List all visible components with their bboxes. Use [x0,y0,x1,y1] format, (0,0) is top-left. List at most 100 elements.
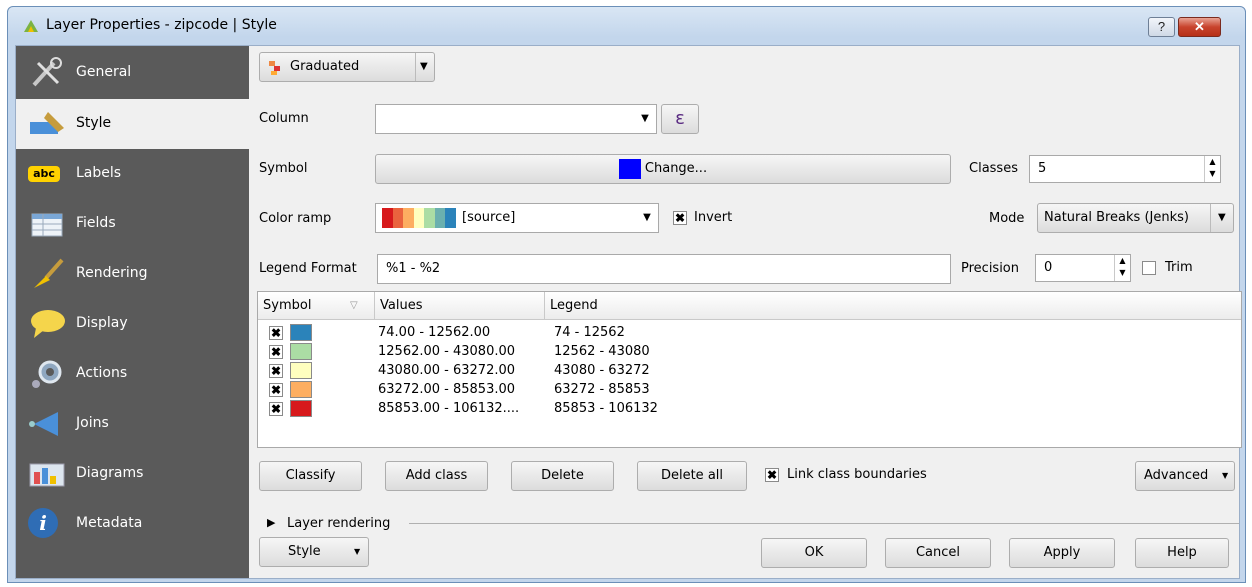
spinner-arrows-icon[interactable]: ▲ ▼ [1204,156,1220,182]
header-values[interactable]: Values [375,292,545,320]
class-color-swatch[interactable] [290,343,312,360]
class-color-swatch[interactable] [290,362,312,379]
sidebar-item-label: Diagrams [76,465,144,481]
help-title-button[interactable]: ? [1148,17,1175,37]
invert-label: Invert [694,210,733,225]
class-values[interactable]: 85853.00 - 106132.... [378,399,519,418]
chevron-down-icon: ▼ [1222,471,1229,480]
sidebar-item-label: Style [76,115,112,131]
row-visible-checkbox[interactable]: ✖ [269,364,283,378]
class-color-swatch[interactable] [290,324,312,341]
qgis-logo-icon [24,20,38,32]
change-symbol-button[interactable]: Change... [375,154,951,184]
classes-label: Classes [969,161,1018,176]
class-color-swatch[interactable] [290,400,312,417]
class-legend[interactable]: 43080 - 63272 [554,361,650,380]
class-values[interactable]: 74.00 - 12562.00 [378,323,490,342]
sidebar-item-label: General [76,64,132,80]
sidebar-item-joins[interactable]: Joins [16,399,249,449]
sidebar-item-labels[interactable]: abc Labels [16,149,249,199]
cancel-button[interactable]: Cancel [885,538,991,568]
table-row[interactable]: ✖ 63272.00 - 85853.00 63272 - 85853 [258,380,1241,399]
sidebar-item-label: Metadata [76,515,143,531]
sidebar-item-actions[interactable]: Actions [16,349,249,399]
link-boundaries-checkbox[interactable]: ✖ [765,468,779,482]
row-visible-checkbox[interactable]: ✖ [269,345,283,359]
trim-checkbox[interactable] [1142,261,1156,275]
row-visible-checkbox[interactable]: ✖ [269,326,283,340]
row-visible-checkbox[interactable]: ✖ [269,383,283,397]
sidebar-item-diagrams[interactable]: Diagrams [16,449,249,499]
sidebar-item-label: Actions [76,365,128,381]
class-values[interactable]: 63272.00 - 85853.00 [378,380,515,399]
sort-indicator-icon: ▽ [350,300,358,311]
table-row[interactable]: ✖ 12562.00 - 43080.00 12562 - 43080 [258,342,1241,361]
delete-all-button[interactable]: Delete all [637,461,747,491]
delete-button[interactable]: Delete [511,461,614,491]
color-ramp-preview [382,208,457,228]
symbol-label: Symbol [259,161,308,176]
mode-label: Mode [989,211,1025,226]
sidebar-item-label: Display [76,315,128,331]
row-visible-checkbox[interactable]: ✖ [269,402,283,416]
apply-button[interactable]: Apply [1009,538,1115,568]
mode-value: Natural Breaks (Jenks) [1044,210,1189,225]
symbol-color-swatch [618,158,641,179]
sidebar-item-fields[interactable]: Fields [16,199,249,249]
spinner-arrows-icon[interactable]: ▲ ▼ [1114,255,1130,281]
precision-label: Precision [961,261,1020,276]
close-window-button[interactable]: ✕ [1178,17,1221,37]
class-legend[interactable]: 74 - 12562 [554,323,625,342]
class-color-swatch[interactable] [290,381,312,398]
sidebar-item-metadata[interactable]: i Metadata [16,499,249,549]
precision-spinbox[interactable]: 0 ▲ ▼ [1035,254,1131,282]
sidebar-item-label: Fields [76,215,116,231]
paintbrush-icon [30,112,64,134]
sidebar-item-rendering[interactable]: Rendering [16,249,249,299]
class-legend[interactable]: 12562 - 43080 [554,342,650,361]
column-select[interactable]: ▼ [375,104,657,134]
classes-spinbox[interactable]: 5 ▲ ▼ [1029,155,1221,183]
renderer-type-value: Graduated [290,59,360,74]
mode-select[interactable]: Natural Breaks (Jenks) ▼ [1037,203,1234,233]
style-menu-button[interactable]: Style ▼ [259,537,369,567]
sidebar-item-label: Rendering [76,265,148,281]
add-class-button[interactable]: Add class [385,461,488,491]
style-panel: Graduated ▼ Column ▼ ε Symbol Change... … [249,46,1242,580]
column-label: Column [259,111,309,126]
table-icon [31,213,63,237]
layer-rendering-toggle[interactable]: Layer rendering [287,516,390,531]
sidebar-item-display[interactable]: Display [16,299,249,349]
graduated-icon [269,61,280,75]
sidebar-item-style[interactable]: Style [16,99,249,149]
classes-table[interactable]: Symbol ▽ Values Legend ✖ 74.00 - 12562.0… [257,291,1242,448]
header-symbol[interactable]: Symbol ▽ [258,292,375,320]
classify-button[interactable]: Classify [259,461,362,491]
layer-properties-window: Layer Properties - zipcode | Style ? ✕ G… [7,6,1246,583]
advanced-button[interactable]: Advanced ▼ [1135,461,1235,491]
chevron-down-icon: ▼ [643,212,651,223]
trim-label: Trim [1165,260,1193,275]
sidebar-item-general[interactable]: General [16,48,249,98]
table-row[interactable]: ✖ 85853.00 - 106132.... 85853 - 106132 [258,399,1241,418]
color-ramp-select[interactable]: [source] ▼ [375,203,659,233]
chevron-down-icon: ▼ [420,61,428,72]
renderer-type-select[interactable]: Graduated ▼ [259,52,435,82]
chevron-down-icon: ▼ [641,113,649,124]
class-values[interactable]: 12562.00 - 43080.00 [378,342,515,361]
expand-arrow-icon[interactable]: ▶ [267,516,275,529]
table-row[interactable]: ✖ 43080.00 - 63272.00 43080 - 63272 [258,361,1241,380]
brush-icon [34,258,64,288]
class-legend[interactable]: 85853 - 106132 [554,399,658,418]
help-button[interactable]: Help [1135,538,1229,568]
expression-button[interactable]: ε [661,104,699,134]
invert-checkbox[interactable]: ✖ [673,211,687,225]
header-legend[interactable]: Legend [545,292,1242,320]
tools-icon [32,57,62,87]
class-values[interactable]: 43080.00 - 63272.00 [378,361,515,380]
speech-bubble-icon [31,310,65,338]
table-row[interactable]: ✖ 74.00 - 12562.00 74 - 12562 [258,323,1241,342]
ok-button[interactable]: OK [761,538,867,568]
legend-format-input[interactable]: %1 - %2 [377,254,951,284]
class-legend[interactable]: 63272 - 85853 [554,380,650,399]
